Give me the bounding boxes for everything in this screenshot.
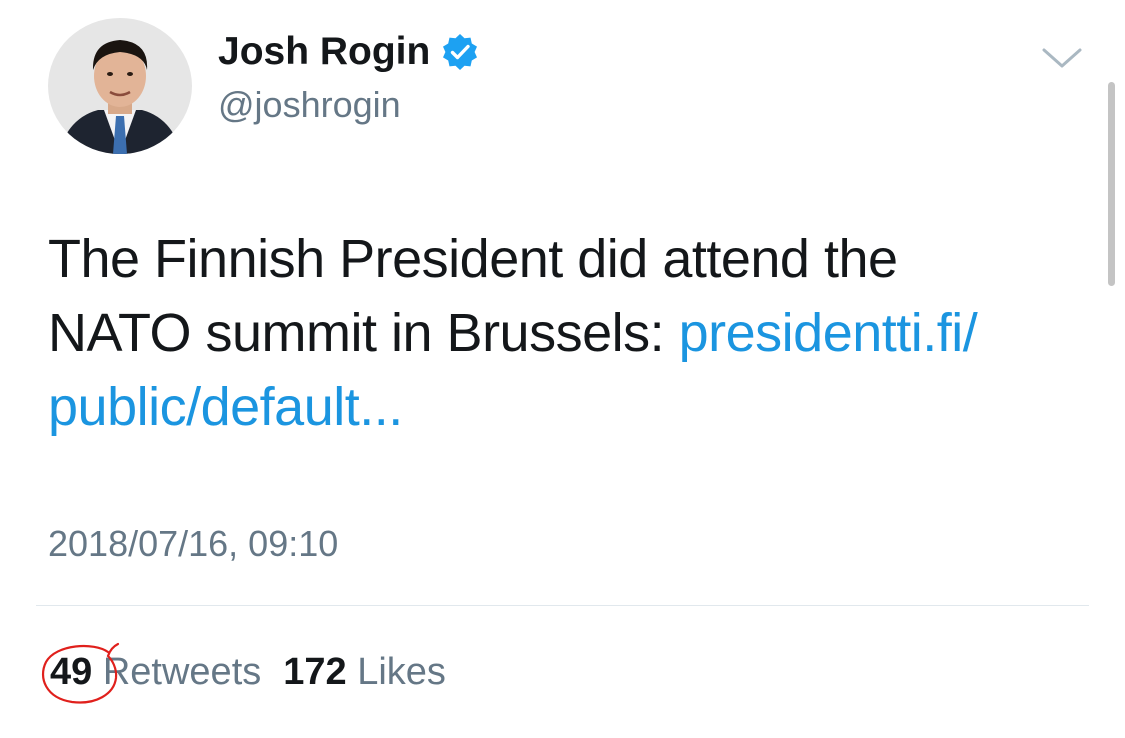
verified-badge-icon xyxy=(440,32,480,72)
retweets-stat[interactable]: 49 Retweets xyxy=(50,648,261,696)
chevron-down-icon[interactable] xyxy=(1040,44,1084,72)
tweet-link-part-2[interactable]: public/default... xyxy=(48,377,403,437)
likes-label: Likes xyxy=(357,651,446,693)
tweet-timestamp: 2018/07/16, 09:10 xyxy=(48,523,339,564)
retweets-count: 49 xyxy=(50,651,93,693)
user-handle[interactable]: @joshrogin xyxy=(218,85,401,125)
tweet-link-part-1[interactable]: presidentti.fi/ xyxy=(679,303,978,363)
likes-count: 172 xyxy=(283,651,347,693)
likes-stat[interactable]: 172 Likes xyxy=(283,648,446,696)
tweet-text-line-3: public/default... xyxy=(48,370,1088,444)
tweet-text: The Finnish President did attend the NAT… xyxy=(48,222,1088,444)
avatar[interactable] xyxy=(48,18,192,154)
tweet-text-line-2-prefix: NATO summit in Brussels: xyxy=(48,303,679,363)
tweet-text-line-2: NATO summit in Brussels: presidentti.fi/ xyxy=(48,296,1088,370)
display-name[interactable]: Josh Rogin xyxy=(218,30,430,74)
retweets-label: Retweets xyxy=(102,651,262,693)
tweet-stats: 49 Retweets 172 Likes xyxy=(50,648,446,696)
divider xyxy=(36,605,1089,606)
display-name-row[interactable]: Josh Rogin xyxy=(218,30,480,74)
tweet-text-line-1: The Finnish President did attend the xyxy=(48,229,898,289)
scrollbar[interactable] xyxy=(1108,82,1115,286)
